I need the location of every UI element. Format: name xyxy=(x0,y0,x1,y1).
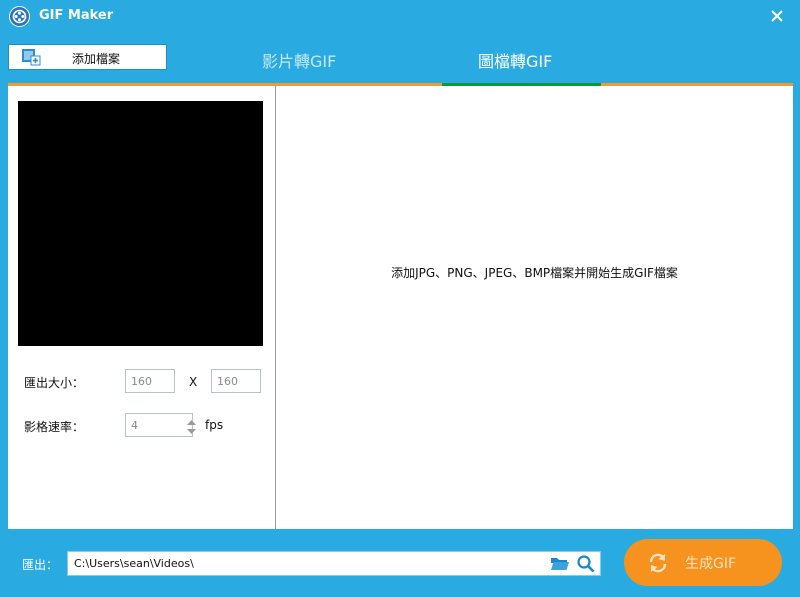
refresh-icon xyxy=(646,551,670,579)
spinner-up-icon[interactable] xyxy=(187,420,196,425)
drop-hint: 添加JPG、PNG、JPEG、BMP檔案并開始生成GIF檔案 xyxy=(391,266,678,280)
main-panel: 匯出大小： 160 X 160 影格速率： 4 fps 添加JPG、PNG、JP… xyxy=(8,86,793,529)
output-path-field[interactable]: C:\Users\sean\Videos\ xyxy=(67,551,601,576)
tab-video-to-gif[interactable]: 影片轉GIF xyxy=(262,48,336,72)
output-size-label: 匯出大小： xyxy=(24,376,85,390)
gif-maker-window: GIF Maker 添加檔案 影片轉GIF 圖檔轉GIF 匯出大小： 160 X… xyxy=(0,0,800,597)
generate-gif-button[interactable]: 生成GIF xyxy=(624,539,782,586)
generate-gif-label: 生成GIF xyxy=(685,556,737,572)
gif-preview xyxy=(18,101,263,346)
fps-unit: fps xyxy=(205,418,224,432)
tab-image-to-gif[interactable]: 圖檔轉GIF xyxy=(478,48,552,72)
folder-icon[interactable] xyxy=(550,555,570,576)
add-file-button[interactable]: 添加檔案 xyxy=(8,44,167,70)
height-input[interactable]: 160 xyxy=(211,369,261,393)
panel-divider xyxy=(275,86,276,529)
add-file-label: 添加檔案 xyxy=(72,52,121,66)
frame-rate-spinner xyxy=(185,416,198,438)
frame-rate-label: 影格速率： xyxy=(24,420,85,434)
width-input[interactable]: 160 xyxy=(125,369,175,393)
close-icon[interactable] xyxy=(766,5,788,27)
add-file-icon xyxy=(21,48,41,71)
size-separator: X xyxy=(189,375,198,389)
frame-rate-stepper[interactable]: 4 xyxy=(125,413,193,437)
output-path: C:\Users\sean\Videos\ xyxy=(74,557,194,570)
window-title: GIF Maker xyxy=(39,8,114,23)
output-label: 匯出： xyxy=(22,558,59,572)
spinner-down-icon[interactable] xyxy=(187,429,196,434)
title-bar: GIF Maker xyxy=(0,0,800,34)
app-logo-icon xyxy=(9,6,30,27)
search-icon[interactable] xyxy=(576,554,596,578)
